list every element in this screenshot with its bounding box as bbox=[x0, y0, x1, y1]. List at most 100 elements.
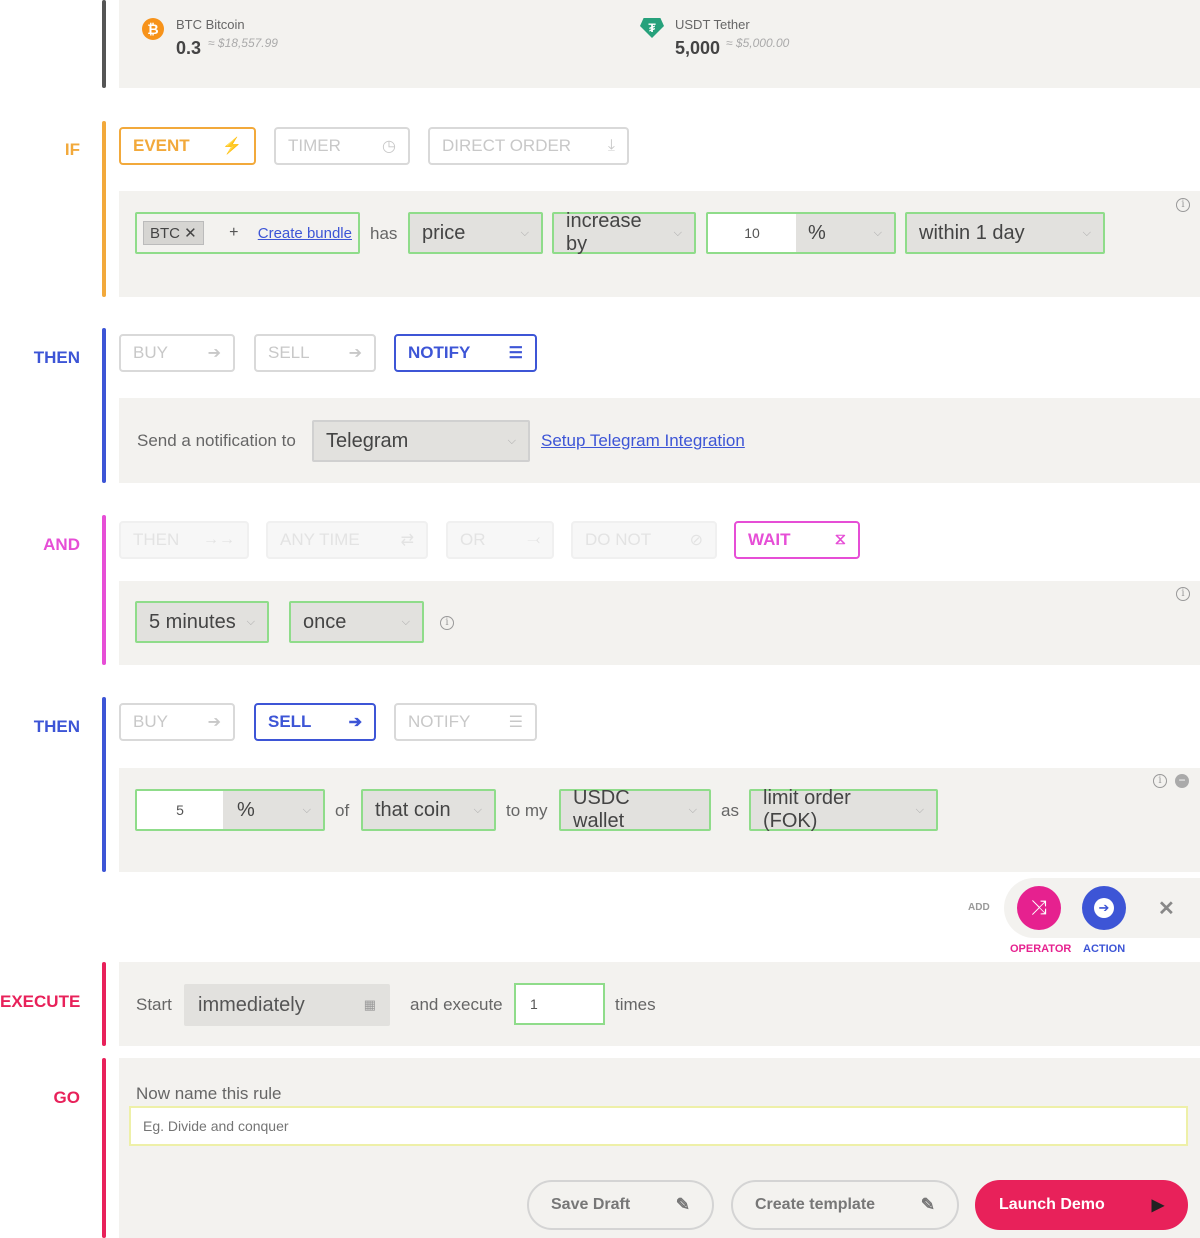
info-icon[interactable]: i bbox=[440, 616, 454, 630]
setup-telegram-link[interactable]: Setup Telegram Integration bbox=[541, 431, 745, 451]
and-panel bbox=[119, 581, 1200, 665]
tab-do-not[interactable]: DO NOT ⊘ bbox=[571, 521, 717, 559]
tab-buy-label: BUY bbox=[133, 712, 168, 731]
timeframe-select[interactable]: within 1 day ⌵ bbox=[905, 212, 1105, 254]
action-label: ACTION bbox=[1083, 943, 1126, 955]
save-draft-label: Save Draft bbox=[551, 1196, 631, 1213]
lightning-icon: ⚡ bbox=[222, 138, 242, 155]
close-icon[interactable]: ✕ bbox=[184, 225, 197, 242]
rule-name-input[interactable] bbox=[129, 1106, 1188, 1146]
coin-bundle-field[interactable]: BTC ✕ + Create bundle bbox=[135, 212, 360, 254]
tab-buy-label: BUY bbox=[133, 343, 168, 362]
tab-buy[interactable]: BUY ➔ bbox=[119, 334, 235, 372]
of-label: of bbox=[335, 801, 350, 820]
info-icon[interactable]: i bbox=[1176, 587, 1190, 601]
tab-sell[interactable]: SELL ➔ bbox=[254, 334, 376, 372]
tab-notify[interactable]: NOTIFY ☰ bbox=[394, 703, 537, 741]
action-button[interactable]: ➔ bbox=[1082, 886, 1126, 930]
metric-value: price bbox=[422, 221, 466, 244]
tab-then[interactable]: THEN →→ bbox=[119, 521, 249, 559]
info-icon[interactable]: i bbox=[1176, 198, 1190, 212]
tab-direct-order[interactable]: DIRECT ORDER ⤓ bbox=[428, 127, 629, 165]
tab-sell[interactable]: SELL ➔ bbox=[254, 703, 376, 741]
hourglass-icon: ⧖ bbox=[834, 531, 846, 548]
tab-notify[interactable]: NOTIFY ☰ bbox=[394, 334, 537, 372]
arrow-circle-icon: ➔ bbox=[1094, 897, 1114, 918]
tab-any-time[interactable]: ANY TIME ⇄ bbox=[266, 521, 428, 559]
amount-input[interactable]: 10 bbox=[708, 214, 796, 252]
plus-icon[interactable]: + bbox=[229, 224, 238, 242]
tab-or-label: OR bbox=[460, 530, 486, 549]
tab-direct-order-label: DIRECT ORDER bbox=[442, 136, 572, 155]
download-icon: ⤓ bbox=[607, 137, 615, 154]
amount-unit-field[interactable]: 10 % ⌵ bbox=[706, 212, 896, 254]
if-bar bbox=[102, 121, 106, 297]
pencil-icon: ✎ bbox=[675, 1195, 690, 1214]
usdt-fiat: ≈ $5,000.00 bbox=[726, 36, 790, 50]
order-type-value: limit order (FOK) bbox=[763, 787, 851, 832]
chevron-down-icon: ⌵ bbox=[520, 226, 529, 239]
start-select[interactable]: immediately ▦ bbox=[184, 984, 390, 1026]
create-template-button[interactable]: Create template ✎ bbox=[731, 1180, 959, 1230]
coin-tag[interactable]: BTC ✕ bbox=[143, 221, 204, 245]
operator-label: OPERATOR bbox=[1010, 943, 1072, 955]
tab-notify-label: NOTIFY bbox=[408, 712, 471, 731]
sell-amount-field[interactable]: 5 % ⌵ bbox=[135, 789, 325, 831]
tab-wait[interactable]: WAIT ⧖ bbox=[734, 521, 860, 559]
duration-select[interactable]: 5 minutes ⌵ bbox=[135, 601, 269, 643]
tab-timer-label: TIMER bbox=[288, 136, 341, 155]
remove-icon[interactable]: − bbox=[1175, 774, 1189, 788]
times-input[interactable]: 1 bbox=[514, 983, 605, 1025]
close-icon[interactable]: ✕ bbox=[1158, 896, 1175, 921]
pencil-icon: ✎ bbox=[920, 1195, 935, 1214]
usdt-name: USDT Tether bbox=[675, 17, 750, 32]
has-label: has bbox=[370, 224, 398, 243]
coin-select[interactable]: that coin ⌵ bbox=[361, 789, 496, 831]
chevron-down-icon: ⌵ bbox=[673, 226, 682, 239]
tab-event-label: EVENT bbox=[133, 136, 190, 155]
arrow-circle-icon: ➔ bbox=[348, 345, 362, 362]
save-draft-button[interactable]: Save Draft ✎ bbox=[527, 1180, 714, 1230]
tab-buy[interactable]: BUY ➔ bbox=[119, 703, 235, 741]
chevron-down-icon: ⌵ bbox=[688, 803, 697, 816]
tab-then-label: THEN bbox=[133, 530, 180, 549]
play-icon: ▶ bbox=[1151, 1197, 1164, 1214]
coin-value: that coin bbox=[375, 798, 451, 821]
to-my-label: to my bbox=[506, 801, 548, 820]
arrow-right-icon: →→ bbox=[203, 531, 235, 548]
launch-demo-button[interactable]: Launch Demo ▶ bbox=[975, 1180, 1188, 1230]
tab-or[interactable]: OR ⤙ bbox=[446, 521, 554, 559]
tab-event[interactable]: EVENT ⚡ bbox=[119, 127, 256, 165]
coin-tag-label: BTC bbox=[150, 225, 180, 242]
order-type-select[interactable]: limit order (FOK) ⌵ bbox=[749, 787, 938, 832]
then-bar bbox=[102, 328, 106, 483]
btc-fiat: ≈ $18,557.99 bbox=[208, 36, 278, 50]
info-icon[interactable]: i bbox=[1153, 774, 1167, 788]
then-label: THEN bbox=[33, 717, 80, 736]
duration-value: 5 minutes bbox=[149, 610, 236, 633]
then-bar bbox=[102, 697, 106, 872]
channel-select[interactable]: Telegram ⌵ bbox=[312, 420, 530, 462]
metric-select[interactable]: price ⌵ bbox=[408, 212, 543, 254]
start-value: immediately bbox=[198, 993, 305, 1016]
notify-icon: ☰ bbox=[508, 714, 523, 731]
wallet-panel bbox=[119, 0, 1200, 88]
tab-do-not-label: DO NOT bbox=[585, 530, 652, 549]
create-bundle-link[interactable]: Create bundle bbox=[258, 225, 352, 242]
wallet-select[interactable]: USDC wallet ⌵ bbox=[559, 787, 711, 832]
sell-amount-input[interactable]: 5 bbox=[137, 791, 223, 829]
split-icon: ⤙ bbox=[527, 531, 540, 548]
operator-button[interactable]: ⤨ bbox=[1017, 886, 1061, 930]
chevron-down-icon: ⌵ bbox=[302, 803, 311, 816]
sell-unit-value[interactable]: % bbox=[223, 799, 297, 822]
direction-select[interactable]: increase by ⌵ bbox=[552, 210, 696, 255]
frequency-select[interactable]: once ⌵ bbox=[289, 601, 424, 643]
go-bar bbox=[102, 1058, 106, 1238]
tab-timer[interactable]: TIMER ◷ bbox=[274, 127, 410, 165]
chevron-down-icon: ⌵ bbox=[1082, 226, 1091, 239]
direction-value: increase by bbox=[566, 210, 642, 255]
wallet-value: USDC wallet bbox=[573, 787, 630, 832]
shuffle-icon: ⤨ bbox=[1031, 897, 1047, 919]
unit-value[interactable]: % bbox=[796, 222, 868, 245]
go-label: GO bbox=[53, 1088, 80, 1107]
